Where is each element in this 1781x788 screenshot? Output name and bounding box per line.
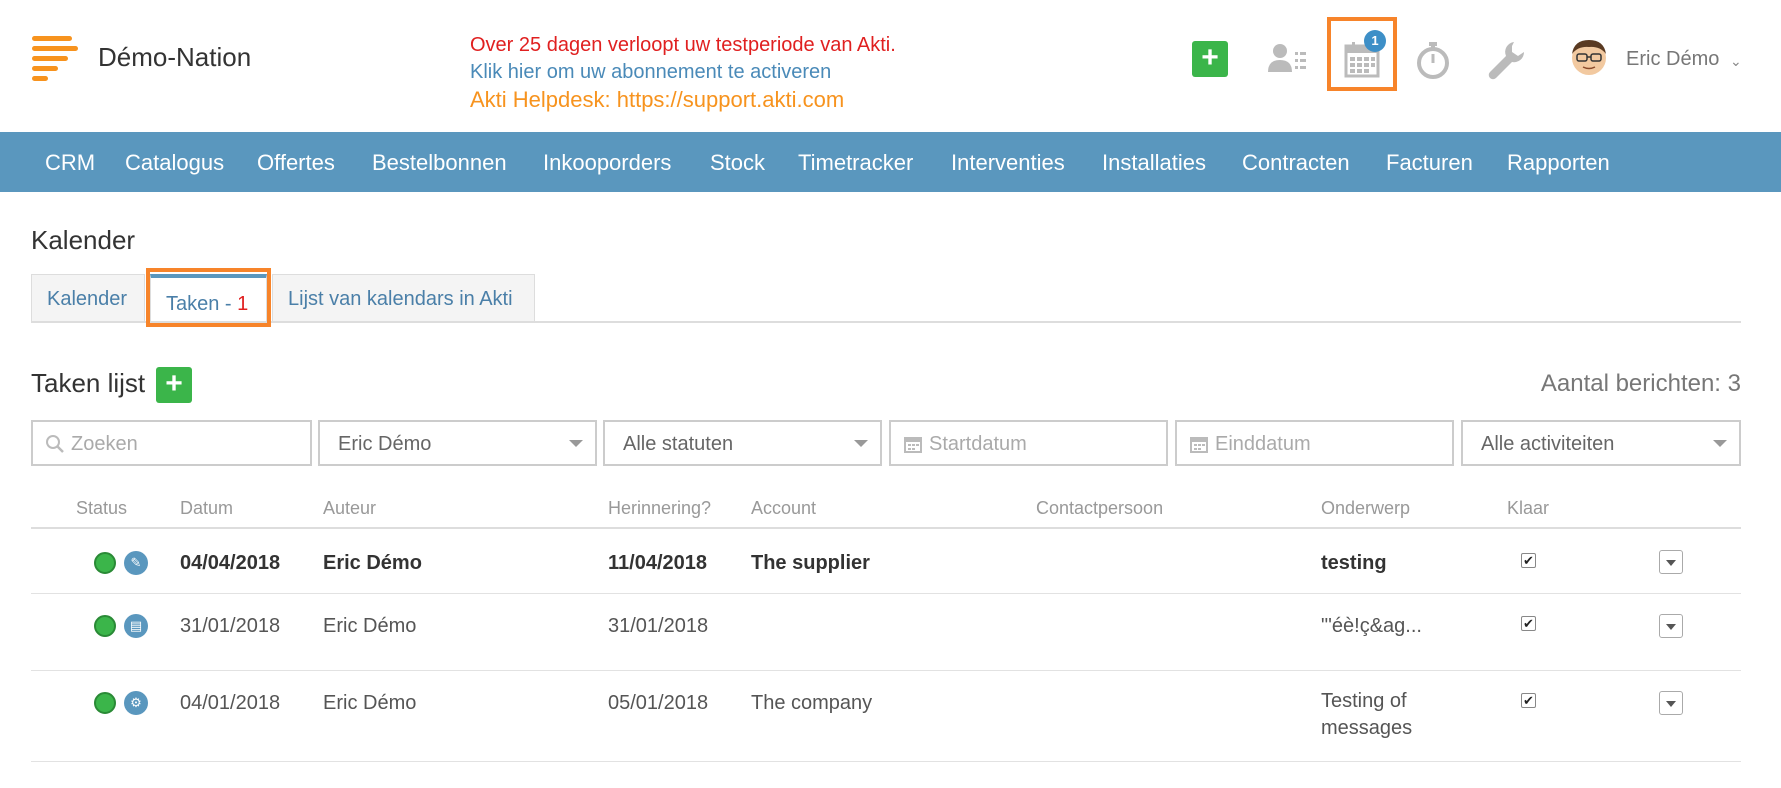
chevron-down-icon [569, 440, 583, 447]
start-date-input[interactable]: Startdatum [889, 420, 1168, 466]
logo-icon[interactable] [32, 36, 78, 81]
column-header-contactpersoon[interactable]: Contactpersoon [1036, 498, 1163, 519]
end-date-input[interactable]: Einddatum [1175, 420, 1454, 466]
quick-add-button[interactable]: + [1192, 41, 1228, 77]
cell-account[interactable]: The supplier [751, 552, 870, 575]
cell-auteur: Eric Démo [323, 552, 422, 574]
main-nav: CRM Catalogus Offertes Bestelbonnen Inko… [0, 132, 1781, 192]
search-icon [46, 435, 64, 453]
company-name: Démo-Nation [98, 42, 252, 72]
tabs-divider [31, 321, 1741, 323]
end-date-placeholder: Einddatum [1215, 433, 1311, 455]
cell-onderwerp[interactable]: Testing of messages [1321, 688, 1471, 742]
pen-icon: ✎ [124, 551, 148, 575]
nav-item-offertes[interactable]: Offertes [257, 150, 335, 176]
avatar[interactable] [1568, 36, 1610, 78]
chevron-down-icon[interactable]: ⌄ [1730, 53, 1742, 70]
nav-item-crm[interactable]: CRM [45, 150, 95, 176]
status-indicator [94, 552, 116, 574]
row-actions-dropdown[interactable] [1659, 691, 1683, 715]
trial-expiry-text: Over 25 dagen verloopt uw testperiode va… [470, 34, 896, 56]
activities-select[interactable]: Alle activiteiten [1461, 420, 1741, 466]
table-header-divider [31, 527, 1741, 529]
column-header-auteur[interactable]: Auteur [323, 498, 376, 519]
cell-auteur: Eric Démo [323, 692, 417, 714]
add-task-button[interactable]: + [156, 367, 192, 403]
stopwatch-icon[interactable] [1411, 38, 1455, 82]
status-indicator [94, 692, 116, 714]
nav-item-contracten[interactable]: Contracten [1242, 150, 1350, 176]
column-header-onderwerp[interactable]: Onderwerp [1321, 498, 1410, 519]
nav-item-installaties[interactable]: Installaties [1102, 150, 1206, 176]
cell-herinnering: 31/01/2018 [608, 615, 709, 637]
tab-label: Lijst van kalendars in Akti [288, 288, 513, 310]
nav-item-timetracker[interactable]: Timetracker [798, 150, 913, 176]
contacts-icon[interactable] [1264, 38, 1308, 82]
helpdesk-link[interactable]: Akti Helpdesk: https://support.akti.com [470, 86, 896, 113]
search-input[interactable]: Zoeken [31, 420, 312, 466]
header: Démo-Nation Over 25 dagen verloopt uw te… [0, 0, 1781, 132]
status-select[interactable]: Alle statuten [603, 420, 882, 466]
chevron-down-icon [1713, 440, 1727, 447]
nav-item-catalogus[interactable]: Catalogus [125, 150, 224, 176]
cell-datum: 04/01/2018 [180, 692, 281, 714]
nav-item-inkooporders[interactable]: Inkooporders [543, 150, 671, 176]
wrench-icon[interactable] [1484, 38, 1528, 82]
column-header-datum[interactable]: Datum [180, 498, 233, 519]
section-title: Taken lijst [31, 368, 146, 398]
clipboard-icon: ▤ [124, 614, 148, 638]
start-date-placeholder: Startdatum [929, 433, 1027, 455]
done-checkbox[interactable]: ✔ [1521, 693, 1536, 708]
user-select[interactable]: Eric Démo [318, 420, 597, 466]
column-header-account[interactable]: Account [751, 498, 816, 519]
calendar-icon [1190, 437, 1208, 453]
tab-label: Kalender [47, 288, 128, 310]
nav-item-bestelbonnen[interactable]: Bestelbonnen [372, 150, 507, 176]
row-divider [31, 670, 1741, 671]
cell-datum: 04/04/2018 [180, 552, 281, 574]
row-divider [31, 761, 1741, 762]
user-name[interactable]: Eric Démo [1626, 48, 1719, 71]
tab-highlight [146, 268, 271, 327]
cell-account[interactable]: The company [751, 692, 872, 715]
row-divider [31, 593, 1741, 594]
message-count: Aantal berichten: 3 [1540, 370, 1741, 397]
nav-item-stock[interactable]: Stock [710, 150, 765, 176]
wrench-icon: ⚙ [124, 691, 148, 715]
nav-item-interventies[interactable]: Interventies [951, 150, 1065, 176]
calendar-highlight [1327, 17, 1397, 91]
column-header-herinnering[interactable]: Herinnering? [608, 498, 711, 519]
cell-herinnering: 11/04/2018 [608, 552, 707, 574]
cell-onderwerp[interactable]: testing [1321, 552, 1387, 575]
search-placeholder: Zoeken [71, 433, 138, 455]
done-checkbox[interactable]: ✔ [1521, 616, 1536, 631]
done-checkbox[interactable]: ✔ [1521, 553, 1536, 568]
chevron-down-icon [854, 440, 868, 447]
status-indicator [94, 615, 116, 637]
tab-kalendars-list[interactable]: Lijst van kalendars in Akti [272, 274, 535, 322]
activities-select-value: Alle activiteiten [1481, 433, 1615, 455]
column-header-status[interactable]: Status [76, 498, 127, 519]
row-actions-dropdown[interactable] [1659, 550, 1683, 574]
calendar-icon [904, 437, 922, 453]
column-header-klaar[interactable]: Klaar [1507, 498, 1549, 519]
cell-herinnering: 05/01/2018 [608, 692, 709, 714]
cell-onderwerp[interactable]: "'éè!ç&ag... [1321, 615, 1422, 638]
nav-item-rapporten[interactable]: Rapporten [1507, 150, 1610, 176]
nav-item-facturen[interactable]: Facturen [1386, 150, 1473, 176]
trial-notice: Over 25 dagen verloopt uw testperiode va… [470, 32, 896, 113]
status-select-value: Alle statuten [623, 433, 734, 455]
cell-auteur: Eric Démo [323, 615, 417, 637]
row-actions-dropdown[interactable] [1659, 614, 1683, 638]
user-select-value: Eric Démo [338, 433, 432, 455]
tab-kalender[interactable]: Kalender [31, 274, 145, 322]
page-title: Kalender [31, 225, 136, 255]
cell-datum: 31/01/2018 [180, 615, 281, 637]
activate-subscription-link[interactable]: Klik hier om uw abonnement te activeren [470, 59, 896, 86]
calendar-badge: 1 [1364, 30, 1386, 52]
